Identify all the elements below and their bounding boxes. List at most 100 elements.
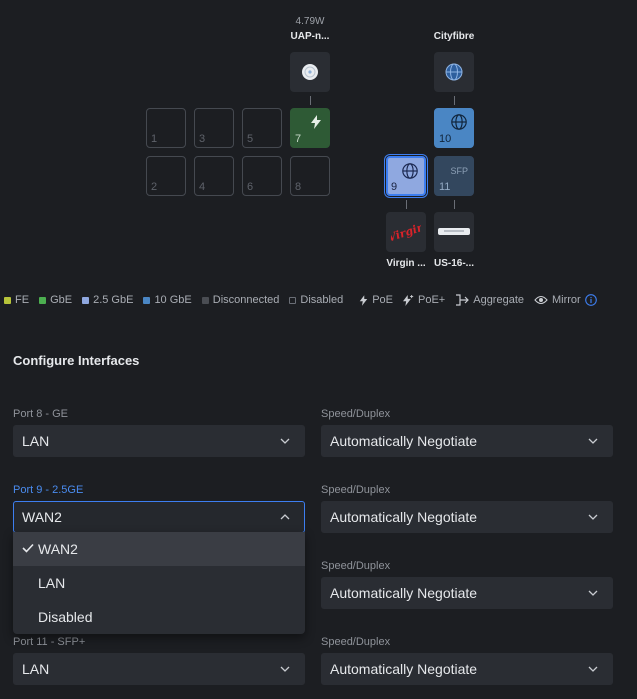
port9-link-line	[406, 200, 407, 209]
virgin-logo-text: Virgin	[391, 221, 421, 243]
port-3[interactable]: 3	[194, 108, 234, 148]
cityfibre-device[interactable]	[434, 52, 474, 92]
checkmark-icon	[22, 543, 34, 553]
us16-device[interactable]	[434, 212, 474, 252]
port8-speed-select[interactable]: Automatically Negotiate	[321, 425, 613, 457]
select-value: LAN	[22, 433, 50, 449]
port-1[interactable]: 1	[146, 108, 186, 148]
uap-power-text: 4.79W	[295, 16, 325, 27]
port8-label: Port 8 - GE	[13, 408, 69, 420]
configure-interfaces-title: Configure Interfaces	[13, 353, 140, 368]
chevron-down-icon	[280, 438, 290, 444]
virgin-logo: Virgin	[391, 221, 421, 243]
port-number: 2	[151, 181, 158, 193]
port-8[interactable]: 8	[290, 156, 330, 196]
us16-device-name: US-16-...	[433, 258, 474, 269]
port-number: 1	[151, 133, 158, 145]
legend-label: 10 GbE	[154, 294, 192, 306]
legend-label: 2.5 GbE	[93, 294, 134, 306]
legend-poe: PoE	[359, 294, 393, 306]
port-number: 9	[391, 181, 398, 193]
legend-label: Mirror	[552, 294, 581, 306]
select-value: Automatically Negotiate	[330, 509, 478, 525]
disabled-swatch	[289, 296, 297, 304]
port-number: 5	[247, 133, 254, 145]
legend-disconnected: Disconnected	[201, 294, 280, 306]
legend-aggregate: Aggregate	[455, 294, 524, 306]
select-value: Automatically Negotiate	[330, 661, 478, 677]
select-value: Automatically Negotiate	[330, 585, 478, 601]
port-5[interactable]: 5	[242, 108, 282, 148]
port11-link-line	[454, 200, 455, 209]
chevron-down-icon	[588, 590, 598, 596]
port11-speed-select[interactable]: Automatically Negotiate	[321, 653, 613, 685]
poe-bolt-icon	[311, 115, 321, 130]
port9-speed-select[interactable]: Automatically Negotiate	[321, 501, 613, 533]
disconnected-swatch	[201, 296, 209, 304]
chevron-down-icon	[280, 666, 290, 672]
port8-network-select[interactable]: LAN	[13, 425, 305, 457]
dropdown-option-disabled[interactable]: Disabled	[13, 600, 305, 634]
sfp-label: SFP	[450, 166, 468, 176]
poe-bolt-icon	[359, 294, 368, 306]
chevron-down-icon	[588, 514, 598, 520]
port-10[interactable]: 10	[434, 108, 474, 148]
virgin-device[interactable]: Virgin	[386, 212, 426, 252]
legend-10gbe: 10 GbE	[143, 294, 192, 306]
legend-mirror: Mirror	[534, 294, 581, 306]
legend-label: Disconnected	[212, 294, 280, 306]
eye-icon	[534, 295, 548, 305]
port9-network-select[interactable]: WAN2	[13, 501, 305, 533]
legend-disabled: Disabled	[289, 294, 343, 306]
select-value: Automatically Negotiate	[330, 433, 478, 449]
port-11[interactable]: SFP 11	[434, 156, 474, 196]
aggregate-icon	[456, 294, 470, 306]
legend-poe-plus: PoE+	[403, 294, 445, 306]
port11-speed-label: Speed/Duplex	[321, 636, 391, 648]
gbe-swatch	[39, 296, 47, 304]
port11-network-select[interactable]: LAN	[13, 653, 305, 685]
port-number: 4	[199, 181, 206, 193]
g10-swatch	[143, 296, 151, 304]
cityfibre-link-line	[454, 96, 455, 105]
port-number: 10	[439, 133, 452, 145]
port10-speed-select[interactable]: Automatically Negotiate	[321, 577, 613, 609]
port9-speed-label: Speed/Duplex	[321, 484, 391, 496]
uap-device[interactable]	[290, 52, 330, 92]
port-2[interactable]: 2	[146, 156, 186, 196]
port-icon-wrap	[392, 158, 428, 183]
port-7[interactable]: 7	[290, 108, 330, 148]
port-number: 8	[295, 181, 302, 193]
globe-icon	[445, 63, 463, 81]
port10-speed-label: Speed/Duplex	[321, 560, 391, 572]
fe-swatch	[4, 296, 11, 304]
uap-link-line	[310, 96, 311, 105]
legend-label: Aggregate	[473, 294, 524, 306]
legend-label: PoE	[372, 294, 394, 306]
chevron-down-icon	[588, 666, 598, 672]
globe-icon	[451, 114, 467, 131]
port-4[interactable]: 4	[194, 156, 234, 196]
port11-label: Port 11 - SFP+	[13, 636, 86, 648]
port8-speed-label: Speed/Duplex	[321, 408, 391, 420]
info-icon[interactable]	[584, 294, 597, 306]
legend-gbe: GbE	[39, 294, 72, 306]
port-9[interactable]: 9	[386, 156, 426, 196]
legend-fe: FE	[4, 294, 29, 306]
port-icon-wrap	[440, 109, 478, 136]
port9-network-dropdown: WAN2 LAN Disabled	[13, 532, 305, 634]
option-label: Disabled	[38, 609, 93, 625]
select-value: LAN	[22, 661, 50, 677]
port-6[interactable]: 6	[242, 156, 282, 196]
legend-label: GbE	[50, 294, 73, 306]
legend-2-5gbe: 2.5 GbE	[82, 294, 133, 306]
port-number: 6	[247, 181, 254, 193]
dropdown-option-wan2[interactable]: WAN2	[13, 532, 305, 566]
legend-label: FE	[15, 294, 30, 306]
port-number: 11	[439, 181, 451, 193]
legend-label: Disabled	[300, 294, 344, 306]
cityfibre-device-name: Cityfibre	[433, 31, 475, 42]
dropdown-option-lan[interactable]: LAN	[13, 566, 305, 600]
port-number: 3	[199, 133, 206, 145]
uap-device-name: UAP-n...	[290, 31, 330, 42]
